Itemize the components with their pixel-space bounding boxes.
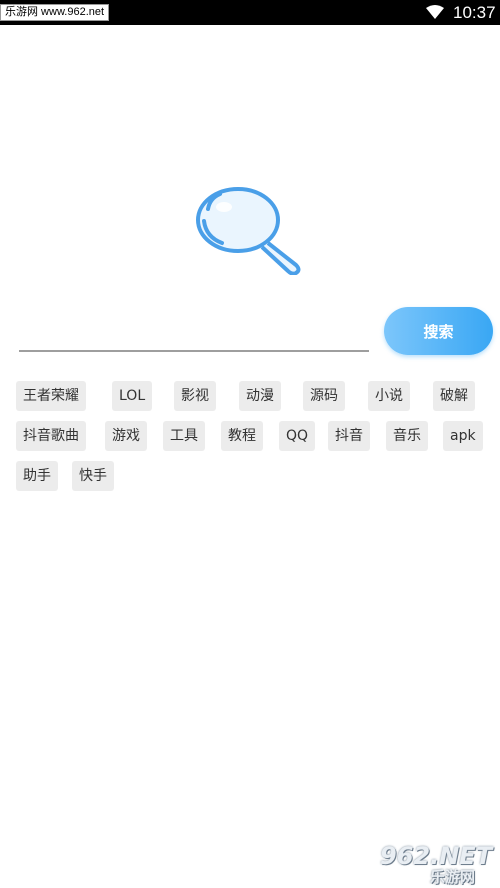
wifi-icon bbox=[426, 5, 444, 19]
magnifier-bubble-icon bbox=[196, 187, 301, 275]
search-button[interactable]: 搜索 bbox=[384, 307, 493, 355]
tag-chip[interactable]: 助手 bbox=[16, 461, 58, 491]
tag-chip[interactable]: 音乐 bbox=[386, 421, 428, 451]
tag-chip[interactable]: 抖音 bbox=[328, 421, 370, 451]
tag-chip[interactable]: 影视 bbox=[174, 381, 216, 411]
clock: 10:37 bbox=[453, 3, 496, 22]
watermark-logo-caption: 乐游网 bbox=[430, 868, 476, 886]
tag-chip[interactable]: 破解 bbox=[433, 381, 475, 411]
tag-chip[interactable]: 源码 bbox=[303, 381, 345, 411]
tag-chip[interactable]: 工具 bbox=[163, 421, 205, 451]
tag-chip[interactable]: 动漫 bbox=[239, 381, 281, 411]
tag-chip[interactable]: 小说 bbox=[368, 381, 410, 411]
tag-chip[interactable]: 快手 bbox=[72, 461, 114, 491]
tag-chip[interactable]: QQ bbox=[279, 421, 316, 451]
search-input[interactable] bbox=[19, 330, 369, 352]
status-bar: 乐游网 www.962.net 10:37 bbox=[0, 0, 500, 25]
tag-chip[interactable]: apk bbox=[443, 421, 483, 451]
tag-chip[interactable]: 教程 bbox=[221, 421, 263, 451]
tag-chip[interactable]: 王者荣耀 bbox=[16, 381, 86, 411]
tag-chip[interactable]: LOL bbox=[112, 381, 153, 411]
tag-chip[interactable]: 抖音歌曲 bbox=[16, 421, 86, 451]
tag-chip[interactable]: 游戏 bbox=[105, 421, 147, 451]
watermark-badge: 乐游网 www.962.net bbox=[0, 4, 110, 21]
